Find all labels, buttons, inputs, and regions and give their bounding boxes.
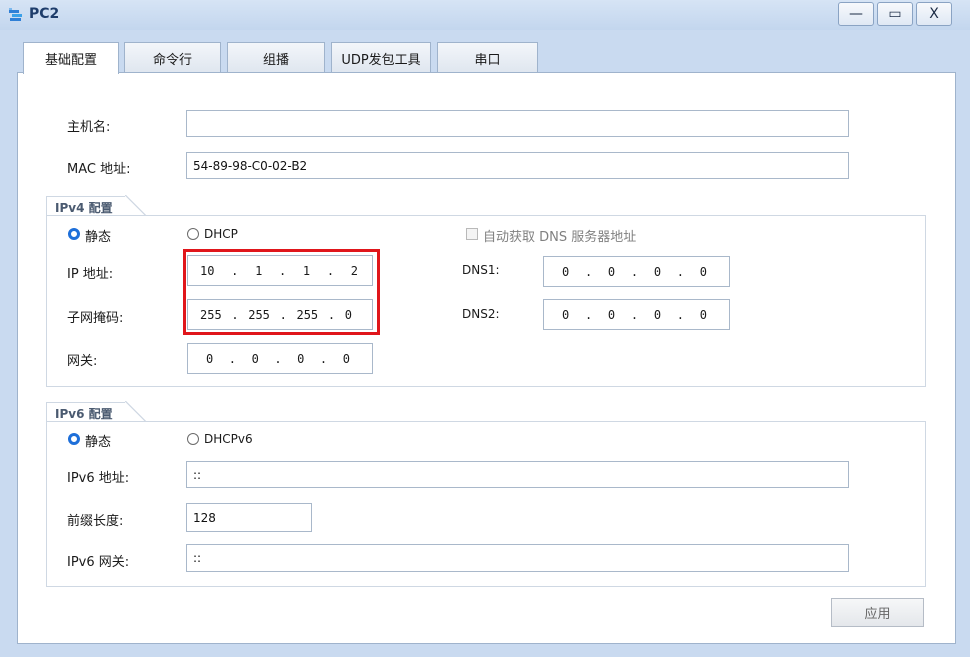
ipv6-dhcp-label: DHCPv6 — [204, 432, 253, 446]
tab-label: 命令行 — [152, 52, 192, 68]
ipv4-section-tab: IPv4 配置 — [46, 196, 126, 216]
ip-octet: 0 — [342, 351, 350, 366]
tab-label: 组播 — [262, 52, 289, 68]
dns2-input[interactable]: 0. 0. 0. 0 — [543, 299, 730, 330]
ipv4-static-label: 静态 — [85, 230, 112, 245]
subnet-mask-label: 子网掩码: — [67, 311, 124, 326]
ipv4-static-radio[interactable] — [68, 228, 80, 240]
ip-dot: . — [584, 264, 593, 279]
dns2-label: DNS2: — [462, 307, 500, 321]
minimize-icon: — — [849, 6, 863, 22]
close-icon: X — [929, 6, 939, 22]
hostname-label: 主机名: — [67, 120, 111, 135]
ip-octet: 0 — [297, 351, 305, 366]
tab-basic-config[interactable]: 基础配置 — [23, 42, 119, 74]
hostname-input[interactable] — [186, 110, 849, 137]
ip-octet: 0 — [251, 351, 259, 366]
dns1-label: DNS1: — [462, 263, 500, 277]
tab-multicast[interactable]: 组播 — [227, 42, 325, 73]
ipv6-section-tab: IPv6 配置 — [46, 402, 126, 422]
prefix-length-input[interactable]: 128 — [186, 503, 312, 532]
tab-label: UDP发包工具 — [341, 52, 421, 68]
ip-octet: 0 — [562, 307, 570, 322]
tab-command-line[interactable]: 命令行 — [124, 42, 221, 73]
dns1-input[interactable]: 0. 0. 0. 0 — [543, 256, 730, 287]
highlight-box — [183, 249, 380, 335]
ip-octet: 0 — [653, 307, 662, 322]
ip-dot: . — [630, 264, 639, 279]
prefix-length-label: 前缀长度: — [67, 514, 124, 529]
maximize-button[interactable]: ▭ — [877, 2, 913, 26]
ip-dot: . — [319, 351, 328, 366]
ip-octet: 0 — [699, 264, 707, 279]
tab-label: 串口 — [474, 52, 501, 68]
ip-address-label: IP 地址: — [67, 267, 114, 282]
ipv4-dhcp-label: DHCP — [204, 227, 238, 241]
ipv6-static-label: 静态 — [85, 435, 112, 450]
ipv6-gateway-label: IPv6 网关: — [67, 555, 130, 570]
apply-label: 应用 — [864, 607, 891, 622]
ip-octet: 0 — [699, 307, 707, 322]
ipv6-dhcp-radio[interactable] — [187, 433, 199, 445]
close-button[interactable]: X — [916, 2, 952, 26]
ip-octet: 0 — [206, 351, 214, 366]
tab-serial[interactable]: 串口 — [437, 42, 538, 73]
ipv4-dhcp-radio[interactable] — [187, 228, 199, 240]
ip-octet: 0 — [653, 264, 662, 279]
gateway-input[interactable]: 0. 0. 0. 0 — [187, 343, 373, 374]
tab-udp-tool[interactable]: UDP发包工具 — [331, 42, 431, 73]
apply-button[interactable]: 应用 — [831, 598, 924, 627]
ip-dot: . — [630, 307, 639, 322]
section-tab-edge — [125, 401, 147, 423]
ip-dot: . — [676, 264, 684, 279]
ip-dot: . — [584, 307, 593, 322]
section-tab-edge — [125, 195, 147, 217]
mac-label: MAC 地址: — [67, 162, 131, 177]
gateway-label: 网关: — [67, 354, 98, 369]
minimize-button[interactable]: — — [838, 2, 874, 26]
window-title: PC2 — [29, 6, 60, 22]
ipv6-static-radio[interactable] — [68, 433, 80, 445]
ipv6-gateway-input[interactable]: :: — [186, 544, 849, 572]
ip-octet: 0 — [562, 264, 570, 279]
maximize-icon: ▭ — [888, 6, 902, 22]
ipv4-section-title: IPv4 配置 — [55, 201, 113, 215]
auto-dns-checkbox[interactable] — [466, 228, 478, 240]
network-pc-icon — [9, 8, 22, 21]
ip-octet: 0 — [607, 307, 616, 322]
ipv6-address-input[interactable]: :: — [186, 461, 849, 488]
tab-label: 基础配置 — [44, 53, 97, 68]
ip-dot: . — [274, 351, 282, 366]
ip-dot: . — [676, 307, 684, 322]
ipv6-address-label: IPv6 地址: — [67, 471, 130, 486]
mac-address-field: 54-89-98-C0-02-B2 — [186, 152, 849, 179]
auto-dns-label: 自动获取 DNS 服务器地址 — [483, 230, 637, 245]
title-bar — [0, 0, 970, 30]
ip-octet: 0 — [607, 264, 616, 279]
ipv6-section-title: IPv6 配置 — [55, 407, 113, 421]
ip-dot: . — [228, 351, 237, 366]
